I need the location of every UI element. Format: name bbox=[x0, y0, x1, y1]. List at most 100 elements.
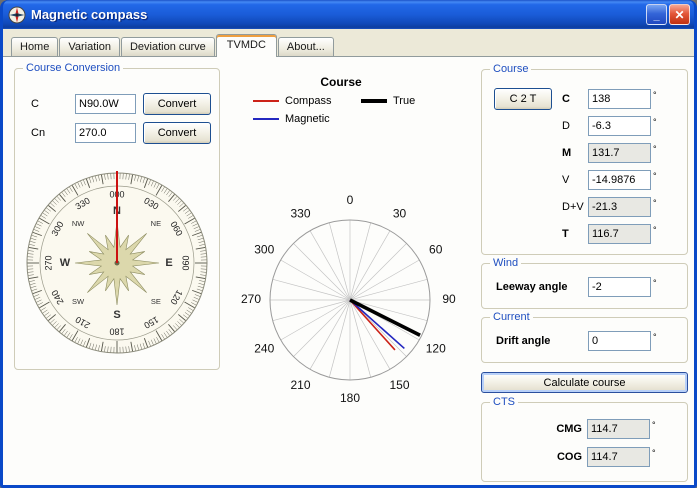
leeway-label: Leeway angle bbox=[496, 281, 568, 293]
dv-label: D+V bbox=[562, 201, 584, 213]
course-group: Course C 2 T C ° D ° M ° bbox=[481, 63, 688, 255]
current-group: Current Drift angle ° bbox=[481, 311, 688, 363]
leeway-input[interactable] bbox=[588, 277, 651, 297]
app-icon bbox=[8, 6, 26, 23]
svg-text:180: 180 bbox=[109, 327, 124, 337]
c-conversion-label: C bbox=[31, 98, 39, 110]
convert-cn-button[interactable]: Convert bbox=[143, 122, 211, 144]
m-label: M bbox=[562, 147, 572, 159]
legend-item-true: True bbox=[361, 95, 441, 107]
m-unit: ° bbox=[653, 144, 657, 154]
tab-strip: Home Variation Deviation curve TVMDC Abo… bbox=[3, 29, 694, 57]
d-row: D ° bbox=[562, 116, 657, 136]
chart-legend-items: Compass True Magnetic bbox=[241, 95, 441, 125]
svg-text:090: 090 bbox=[181, 255, 191, 270]
compass-rose-canvas: 000030060090120150180210240270300330NNEE… bbox=[26, 171, 208, 354]
titlebar[interactable]: Magnetic compass _ ✕ bbox=[3, 0, 694, 29]
calculate-course-button[interactable]: Calculate course bbox=[481, 372, 688, 393]
m-row: M ° bbox=[562, 143, 657, 163]
legend-label-true: True bbox=[393, 95, 416, 107]
convert-c-button[interactable]: Convert bbox=[143, 93, 211, 115]
tab-home[interactable]: Home bbox=[11, 37, 59, 56]
dv-unit: ° bbox=[653, 198, 657, 208]
v-row: V ° bbox=[562, 170, 657, 190]
t-label: T bbox=[562, 228, 569, 240]
chart-legend: Course Compass True Magnetic bbox=[241, 75, 441, 125]
svg-text:30: 30 bbox=[393, 206, 407, 220]
svg-text:SW: SW bbox=[72, 297, 85, 306]
svg-text:180: 180 bbox=[340, 391, 360, 405]
cmg-field[interactable] bbox=[587, 419, 650, 439]
course-polar-chart: 0 30 60 90 120 150 180 210 240 270 300 330 bbox=[228, 178, 472, 422]
c-conversion-input[interactable] bbox=[75, 94, 136, 114]
v-unit: ° bbox=[653, 171, 657, 181]
svg-text:W: W bbox=[60, 257, 71, 269]
tvmdc-page: Course Conversion C Convert Cn Convert 0… bbox=[3, 56, 694, 485]
course-conversion-group-label: Course Conversion bbox=[23, 62, 124, 74]
cn-conversion-input[interactable] bbox=[75, 123, 136, 143]
current-group-label: Current bbox=[490, 311, 533, 323]
course-group-label: Course bbox=[490, 63, 532, 75]
leeway-unit: ° bbox=[653, 278, 657, 288]
c-field[interactable] bbox=[588, 89, 651, 109]
svg-text:E: E bbox=[165, 257, 172, 269]
cn-conversion-label: Cn bbox=[31, 127, 46, 139]
svg-text:60: 60 bbox=[429, 243, 443, 257]
tab-deviation-curve[interactable]: Deviation curve bbox=[120, 37, 215, 56]
t-field[interactable] bbox=[588, 224, 651, 244]
svg-text:NE: NE bbox=[151, 219, 161, 228]
cog-unit: ° bbox=[652, 448, 656, 458]
course-conversion-group: Course Conversion C Convert Cn Convert 0… bbox=[14, 62, 220, 370]
dv-row: D+V ° bbox=[562, 197, 657, 217]
t-row: T ° bbox=[562, 224, 657, 244]
tab-tvmdc[interactable]: TVMDC bbox=[215, 34, 277, 57]
cn-conversion-row: Cn Convert bbox=[31, 122, 211, 144]
m-field[interactable] bbox=[588, 143, 651, 163]
drift-input[interactable] bbox=[588, 331, 651, 351]
drift-label: Drift angle bbox=[496, 335, 551, 347]
window-title: Magnetic compass bbox=[31, 7, 148, 22]
compass-line-swatch bbox=[253, 100, 279, 102]
d-unit: ° bbox=[653, 117, 657, 127]
svg-text:S: S bbox=[113, 309, 120, 321]
legend-item-compass: Compass bbox=[253, 95, 361, 107]
cts-group: CTS CMG ° COG ° bbox=[481, 396, 688, 482]
drift-row: Drift angle ° bbox=[496, 331, 657, 351]
course-polar-chart-canvas: 0 30 60 90 120 150 180 210 240 270 300 330 bbox=[241, 193, 456, 405]
c-conversion-row: C Convert bbox=[31, 93, 211, 115]
d-field[interactable] bbox=[588, 116, 651, 136]
svg-text:330: 330 bbox=[290, 206, 310, 220]
app-window: Magnetic compass _ ✕ Home Variation Devi… bbox=[0, 0, 697, 488]
cog-field[interactable] bbox=[587, 447, 650, 467]
svg-text:120: 120 bbox=[426, 342, 446, 356]
c-unit: ° bbox=[653, 90, 657, 100]
chart-legend-title: Course bbox=[320, 75, 362, 89]
cmg-row: CMG ° bbox=[522, 419, 656, 439]
legend-label-magnetic: Magnetic bbox=[285, 113, 330, 125]
dv-field[interactable] bbox=[588, 197, 651, 217]
c-label: C bbox=[562, 93, 570, 105]
t-unit: ° bbox=[653, 225, 657, 235]
magnetic-line-swatch bbox=[253, 118, 279, 120]
svg-text:210: 210 bbox=[290, 378, 310, 392]
svg-text:NW: NW bbox=[72, 219, 85, 228]
legend-label-compass: Compass bbox=[285, 95, 332, 107]
c-row: C ° bbox=[562, 89, 657, 109]
true-line-swatch bbox=[361, 99, 387, 103]
svg-text:SE: SE bbox=[151, 297, 161, 306]
tab-about[interactable]: About... bbox=[277, 37, 334, 56]
minimize-button[interactable]: _ bbox=[646, 4, 667, 25]
cog-label: COG bbox=[556, 451, 582, 463]
svg-text:240: 240 bbox=[254, 342, 274, 356]
cts-group-label: CTS bbox=[490, 396, 518, 408]
svg-text:0: 0 bbox=[347, 193, 354, 207]
svg-text:90: 90 bbox=[442, 292, 456, 306]
drift-unit: ° bbox=[653, 332, 657, 342]
close-button[interactable]: ✕ bbox=[669, 4, 690, 25]
cmg-label: CMG bbox=[556, 423, 582, 435]
c2t-button[interactable]: C 2 T bbox=[494, 88, 552, 110]
tab-variation[interactable]: Variation bbox=[59, 37, 120, 56]
svg-text:270: 270 bbox=[241, 292, 261, 306]
leeway-row: Leeway angle ° bbox=[496, 277, 657, 297]
v-field[interactable] bbox=[588, 170, 651, 190]
